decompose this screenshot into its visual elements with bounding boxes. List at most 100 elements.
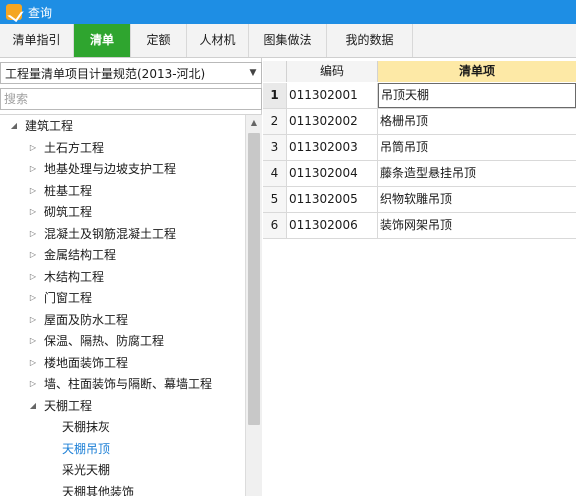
row-index: 2 xyxy=(263,109,287,134)
row-index: 1 xyxy=(263,83,287,108)
row-index: 6 xyxy=(263,213,287,238)
grid-body: 1 011302001 吊顶天棚 2 011302002 格栅吊顶 3 0113… xyxy=(263,83,576,239)
tree-node-label: 采光天棚 xyxy=(62,463,111,478)
collapsed-triangle-icon[interactable]: ▷ xyxy=(27,143,39,152)
tab-atlas-practice[interactable]: 图集做法 xyxy=(249,24,327,57)
title-bar: 查询 xyxy=(0,0,576,24)
row-name[interactable]: 格栅吊顶 xyxy=(378,109,576,134)
table-row[interactable]: 5 011302005 织物软雕吊顶 xyxy=(263,187,576,213)
tree-node-label: 建筑工程 xyxy=(25,119,74,134)
tree-node-label: 屋面及防水工程 xyxy=(44,312,129,327)
collapsed-triangle-icon[interactable]: ▷ xyxy=(27,336,39,345)
table-row[interactable]: 4 011302004 藤条造型悬挂吊顶 xyxy=(263,161,576,187)
row-code[interactable]: 011302003 xyxy=(287,135,378,160)
tree-node-label: 桩基工程 xyxy=(44,183,93,198)
app-logo-icon xyxy=(6,4,22,20)
row-code[interactable]: 011302004 xyxy=(287,161,378,186)
row-name[interactable]: 吊筒吊顶 xyxy=(378,135,576,160)
tree-node-label: 墙、柱面装饰与隔断、幕墙工程 xyxy=(44,377,213,392)
tab-quota[interactable]: 定额 xyxy=(131,24,187,57)
collapsed-triangle-icon[interactable]: ▷ xyxy=(27,207,39,216)
tree-node-label: 天棚工程 xyxy=(44,398,93,413)
tree-node-ceiling[interactable]: ◢ 天棚工程 xyxy=(0,395,244,417)
tree-node[interactable]: ▷ 地基处理与边坡支护工程 xyxy=(0,158,244,180)
row-code[interactable]: 011302005 xyxy=(287,187,378,212)
tab-my-data[interactable]: 我的数据 xyxy=(327,24,413,57)
tree-node[interactable]: ▷ 混凝土及钢筋混凝土工程 xyxy=(0,223,244,245)
row-code[interactable]: 011302002 xyxy=(287,109,378,134)
collapsed-triangle-icon[interactable]: ▷ xyxy=(27,293,39,302)
tree-leaf[interactable]: 天棚其他装饰 xyxy=(0,481,244,496)
row-index: 4 xyxy=(263,161,287,186)
window-title: 查询 xyxy=(28,5,53,20)
tree-leaf-selected[interactable]: 天棚吊顶 xyxy=(0,438,244,460)
table-row[interactable]: 3 011302003 吊筒吊顶 xyxy=(263,135,576,161)
row-code[interactable]: 011302006 xyxy=(287,213,378,238)
tree-node-label: 楼地面装饰工程 xyxy=(44,355,129,370)
row-index: 5 xyxy=(263,187,287,212)
row-code[interactable]: 011302001 xyxy=(287,83,378,108)
tree-node[interactable]: ▷ 楼地面装饰工程 xyxy=(0,352,244,374)
tab-bar: 清单指引 清单 定额 人材机 图集做法 我的数据 xyxy=(0,24,576,58)
collapsed-triangle-icon[interactable]: ▷ xyxy=(27,379,39,388)
grid-header: 编码 清单项 xyxy=(263,61,576,82)
collapsed-triangle-icon[interactable]: ▷ xyxy=(27,186,39,195)
tree-node[interactable]: ▷ 桩基工程 xyxy=(0,180,244,202)
tree-node[interactable]: ▷ 木结构工程 xyxy=(0,266,244,288)
tree-leaf[interactable]: 采光天棚 xyxy=(0,459,244,481)
chevron-down-icon[interactable]: ▼ xyxy=(245,68,261,78)
row-name[interactable]: 装饰网架吊顶 xyxy=(378,213,576,238)
collapsed-triangle-icon[interactable]: ▷ xyxy=(27,358,39,367)
tree-node-label: 土石方工程 xyxy=(44,140,105,155)
tree-node[interactable]: ▷ 金属结构工程 xyxy=(0,244,244,266)
row-name[interactable]: 藤条造型悬挂吊顶 xyxy=(378,161,576,186)
tree-node-label: 天棚吊顶 xyxy=(62,441,111,456)
tree-node-label: 金属结构工程 xyxy=(44,248,117,263)
tree-node-label: 混凝土及钢筋混凝土工程 xyxy=(44,226,177,241)
tree-node-label: 门窗工程 xyxy=(44,291,93,306)
collapsed-triangle-icon[interactable]: ▷ xyxy=(27,250,39,259)
tree-node[interactable]: ▷ 墙、柱面装饰与隔断、幕墙工程 xyxy=(0,373,244,395)
tree-node-label: 天棚其他装饰 xyxy=(62,484,135,496)
column-header-name[interactable]: 清单项 xyxy=(378,61,576,82)
expanded-triangle-icon[interactable]: ◢ xyxy=(27,401,39,410)
tree-leaf[interactable]: 天棚抹灰 xyxy=(0,416,244,438)
category-tree: ◢ 建筑工程 ▷ 土石方工程 ▷ 地基处理与边坡支护工程 ▷ 桩基工程 ▷ 砌筑工程 ▷ 混… xyxy=(0,114,262,496)
collapsed-triangle-icon[interactable]: ▷ xyxy=(27,272,39,281)
collapsed-triangle-icon[interactable]: ▷ xyxy=(27,315,39,324)
scrollbar-thumb[interactable] xyxy=(248,133,260,425)
column-header-code[interactable]: 编码 xyxy=(287,61,378,82)
tree-node[interactable]: ▷ 砌筑工程 xyxy=(0,201,244,223)
table-row[interactable]: 1 011302001 吊顶天棚 xyxy=(263,83,576,109)
tree-list: ◢ 建筑工程 ▷ 土石方工程 ▷ 地基处理与边坡支护工程 ▷ 桩基工程 ▷ 砌筑工程 ▷ 混… xyxy=(0,115,244,496)
tree-scrollbar[interactable]: ▲ xyxy=(245,115,262,496)
results-grid: 编码 清单项 1 011302001 吊顶天棚 2 011302002 格栅吊顶… xyxy=(263,58,576,496)
search-input[interactable] xyxy=(0,88,262,110)
tab-labor-material-machine[interactable]: 人材机 xyxy=(187,24,249,57)
row-name[interactable]: 吊顶天棚 xyxy=(378,83,576,108)
row-name[interactable]: 织物软雕吊顶 xyxy=(378,187,576,212)
spec-dropdown[interactable]: 工程量清单项目计量规范(2013-河北) ▼ xyxy=(0,62,262,84)
collapsed-triangle-icon[interactable]: ▷ xyxy=(27,164,39,173)
tree-node-building[interactable]: ◢ 建筑工程 xyxy=(0,115,244,137)
tree-node-label: 天棚抹灰 xyxy=(62,420,111,435)
tree-node[interactable]: ▷ 门窗工程 xyxy=(0,287,244,309)
tab-list[interactable]: 清单 xyxy=(74,24,131,57)
scroll-up-arrow-icon[interactable]: ▲ xyxy=(246,115,262,131)
tree-node-label: 砌筑工程 xyxy=(44,205,93,220)
row-index: 3 xyxy=(263,135,287,160)
tree-node[interactable]: ▷ 土石方工程 xyxy=(0,137,244,159)
expanded-triangle-icon[interactable]: ◢ xyxy=(8,121,20,130)
tab-list-guide[interactable]: 清单指引 xyxy=(0,24,74,57)
tree-node-label: 保温、隔热、防腐工程 xyxy=(44,334,165,349)
tree-node-label: 地基处理与边坡支护工程 xyxy=(44,162,177,177)
tree-node[interactable]: ▷ 屋面及防水工程 xyxy=(0,309,244,331)
tree-node-label: 木结构工程 xyxy=(44,269,105,284)
table-row[interactable]: 2 011302002 格栅吊顶 xyxy=(263,109,576,135)
column-header-index xyxy=(263,61,287,82)
spec-dropdown-value: 工程量清单项目计量规范(2013-河北) xyxy=(5,66,206,81)
table-row[interactable]: 6 011302006 装饰网架吊顶 xyxy=(263,213,576,239)
left-pane: 工程量清单项目计量规范(2013-河北) ▼ ◢ 建筑工程 ▷ 土石方工程 ▷ 地基处… xyxy=(0,58,262,496)
tree-node[interactable]: ▷ 保温、隔热、防腐工程 xyxy=(0,330,244,352)
collapsed-triangle-icon[interactable]: ▷ xyxy=(27,229,39,238)
